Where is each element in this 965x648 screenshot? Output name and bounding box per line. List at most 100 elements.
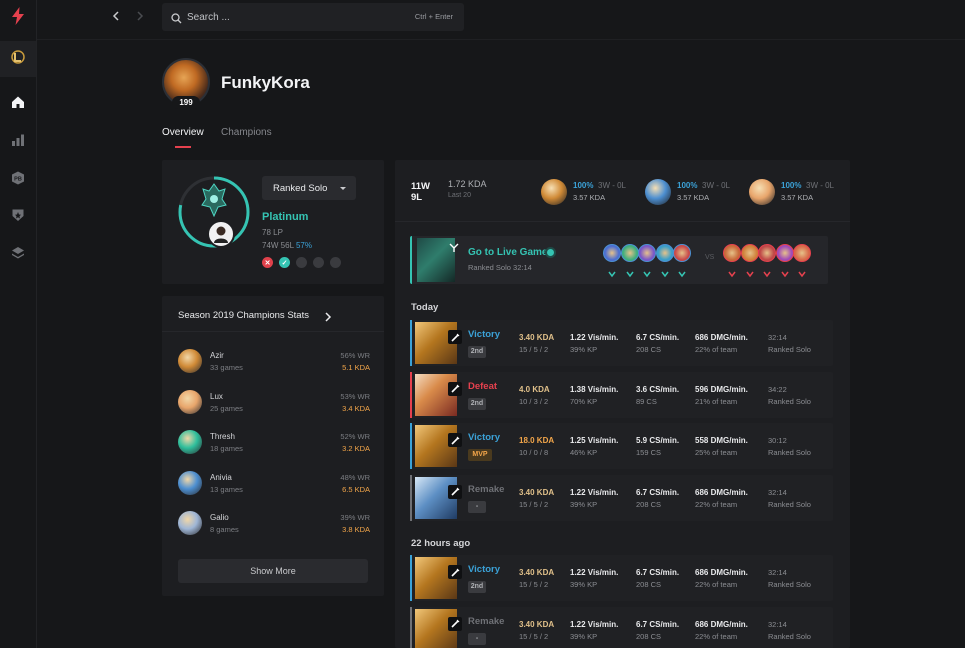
tab-champions[interactable]: Champions (221, 127, 272, 138)
season-stats-title: Season 2019 Champions Stats (178, 310, 309, 321)
red-team-champion[interactable] (723, 244, 741, 262)
champion-portrait (178, 430, 202, 454)
build-icon[interactable] (448, 484, 462, 499)
season-stats-header[interactable]: Season 2019 Champions Stats (162, 296, 384, 332)
match-kp: 39% KP (570, 499, 598, 509)
season-stats-panel: Season 2019 Champions Stats Azir 33 games… (162, 296, 384, 596)
match-queue: Ranked Solo (768, 499, 811, 509)
match-cs: 6.7 CS/min. (636, 568, 680, 577)
result-bar (410, 606, 412, 648)
build-icon[interactable] (448, 565, 462, 579)
vs-label: VS (705, 254, 715, 261)
match-kp: 46% KP (570, 448, 598, 457)
summary-champion-winrate: 100% (677, 181, 698, 190)
champion-winrate: 52% WR (340, 432, 370, 441)
blue-team-champion[interactable] (638, 244, 656, 262)
champion-games: 8 games (210, 525, 239, 534)
champion-stat-row[interactable]: Azir 33 games 56% WR 5.1 KDA (178, 347, 370, 375)
summary-losses: 9L (411, 192, 423, 203)
champion-winrate: 53% WR (340, 391, 370, 401)
win-loss-record: 74W 56L (262, 241, 294, 250)
champion-stat-row[interactable]: Galio 8 games 39% WR 3.8 KDA (178, 509, 370, 537)
rank-tier: Platinum (262, 211, 309, 223)
rank-chevron-icon (643, 265, 651, 278)
champion-kda: 3.2 KDA (342, 444, 370, 453)
sidebar-item-pb[interactable]: PB (0, 162, 36, 198)
sidebar-item-stats[interactable] (0, 124, 36, 160)
build-icon[interactable] (448, 330, 462, 344)
champion-stat-row[interactable]: Anivia 13 games 48% WR 6.5 KDA (178, 469, 370, 497)
back-button[interactable] (109, 10, 123, 24)
match-row[interactable]: Defeat 2nd 4.0 KDA 10 / 3 / 2 1.38 Vis/min. 7… (410, 371, 833, 418)
queue-dropdown[interactable]: Ranked Solo (262, 176, 356, 200)
match-vision: 1.38 Vis/min. (570, 384, 619, 394)
forward-button[interactable] (133, 10, 147, 24)
match-kp: 70% KP (570, 396, 598, 406)
summary-champion-portrait (645, 179, 671, 205)
rank-chevron-icon (745, 265, 754, 278)
match-row[interactable]: Remake - 3.40 KDA 15 / 5 / 2 1.22 Vis/min. 39… (410, 606, 833, 648)
summary-record: 11W 9L (411, 181, 430, 203)
sidebar-item-layers[interactable] (0, 237, 36, 273)
profile-avatar[interactable]: 199 (162, 58, 210, 109)
match-row[interactable]: Remake - 3.40 KDA 15 / 5 / 2 1.22 Vis/min. 39… (410, 474, 833, 521)
champion-stat-row[interactable]: Thresh 18 games 52% WR 3.2 KDA (178, 428, 370, 456)
rank-chevron-icon (678, 265, 686, 278)
search-shortcut: Ctrl + Enter (414, 12, 453, 21)
match-queue: Ranked Solo (768, 345, 811, 354)
champion-portrait (178, 349, 202, 373)
svg-text:PB: PB (14, 176, 22, 182)
sidebar-item-home[interactable] (0, 86, 36, 122)
match-damage: 686 DMG/min. (695, 619, 748, 629)
empty-dot-icon (313, 257, 324, 268)
summary-kda: 1.72 KDA (448, 179, 487, 189)
match-row[interactable]: Victory 2nd 3.40 KDA 15 / 5 / 2 1.22 Vis/min… (410, 555, 833, 601)
match-cs-total: 89 CS (636, 396, 657, 406)
blue-team-champion[interactable] (655, 244, 674, 262)
lightning-logo-icon[interactable] (8, 6, 28, 31)
sidebar-item-league[interactable] (0, 41, 36, 77)
home-icon (11, 95, 25, 114)
avatar (207, 220, 235, 248)
result-bar (410, 423, 412, 469)
champion-stat-row[interactable]: Lux 25 games 53% WR 3.4 KDA (178, 388, 370, 416)
live-game-banner[interactable]: Go to Live Game Ranked Solo 32:14 VS (410, 236, 828, 284)
search-input[interactable] (187, 9, 377, 25)
match-damage: 686 DMG/min. (695, 487, 748, 497)
red-team-champion[interactable] (775, 244, 794, 262)
red-team-champion[interactable] (758, 244, 776, 262)
match-row[interactable]: Victory 2nd 3.40 KDA 15 / 5 / 2 1.22 Vis/min… (410, 320, 833, 366)
match-team-share: 22% of team (695, 631, 738, 641)
match-duration: 30:12 (768, 436, 787, 445)
champion-kda: 3.8 KDA (342, 525, 370, 534)
bar-chart-icon (11, 133, 25, 152)
blue-team-champion[interactable] (620, 244, 639, 262)
match-kda: 4.0 KDA (519, 384, 550, 394)
blue-team-champion[interactable] (603, 244, 621, 262)
match-row[interactable]: Victory MVP 18.0 KDA 10 / 0 / 8 1.25 Vis/min… (410, 423, 833, 469)
show-more-button[interactable]: Show More (178, 559, 368, 583)
summary-champion-winrate: 100% (781, 181, 802, 190)
match-result: Victory (468, 564, 501, 575)
chevron-left-icon (112, 8, 120, 26)
spectate-icon (449, 240, 459, 258)
blue-team-champion[interactable] (673, 244, 691, 262)
match-result: Victory (468, 329, 501, 340)
build-icon[interactable] (448, 616, 462, 631)
build-icon[interactable] (448, 433, 462, 447)
build-icon[interactable] (448, 381, 462, 396)
champion-kda: 6.5 KDA (342, 484, 370, 494)
tab-overview[interactable]: Overview (162, 127, 204, 138)
position-badge: 2nd (468, 346, 486, 358)
sidebar-item-rank[interactable] (0, 199, 36, 235)
red-team-champion[interactable] (793, 244, 811, 262)
match-duration: 32:14 (768, 619, 787, 629)
shield-icon (11, 208, 25, 227)
champion-name: Lux (210, 391, 223, 401)
match-vision: 1.25 Vis/min. (570, 436, 619, 445)
match-vision: 1.22 Vis/min. (570, 619, 619, 629)
match-queue: Ranked Solo (768, 631, 811, 641)
red-team-champion[interactable] (740, 244, 759, 262)
match-kda: 3.40 KDA (519, 568, 555, 577)
match-result: Remake (468, 483, 505, 495)
